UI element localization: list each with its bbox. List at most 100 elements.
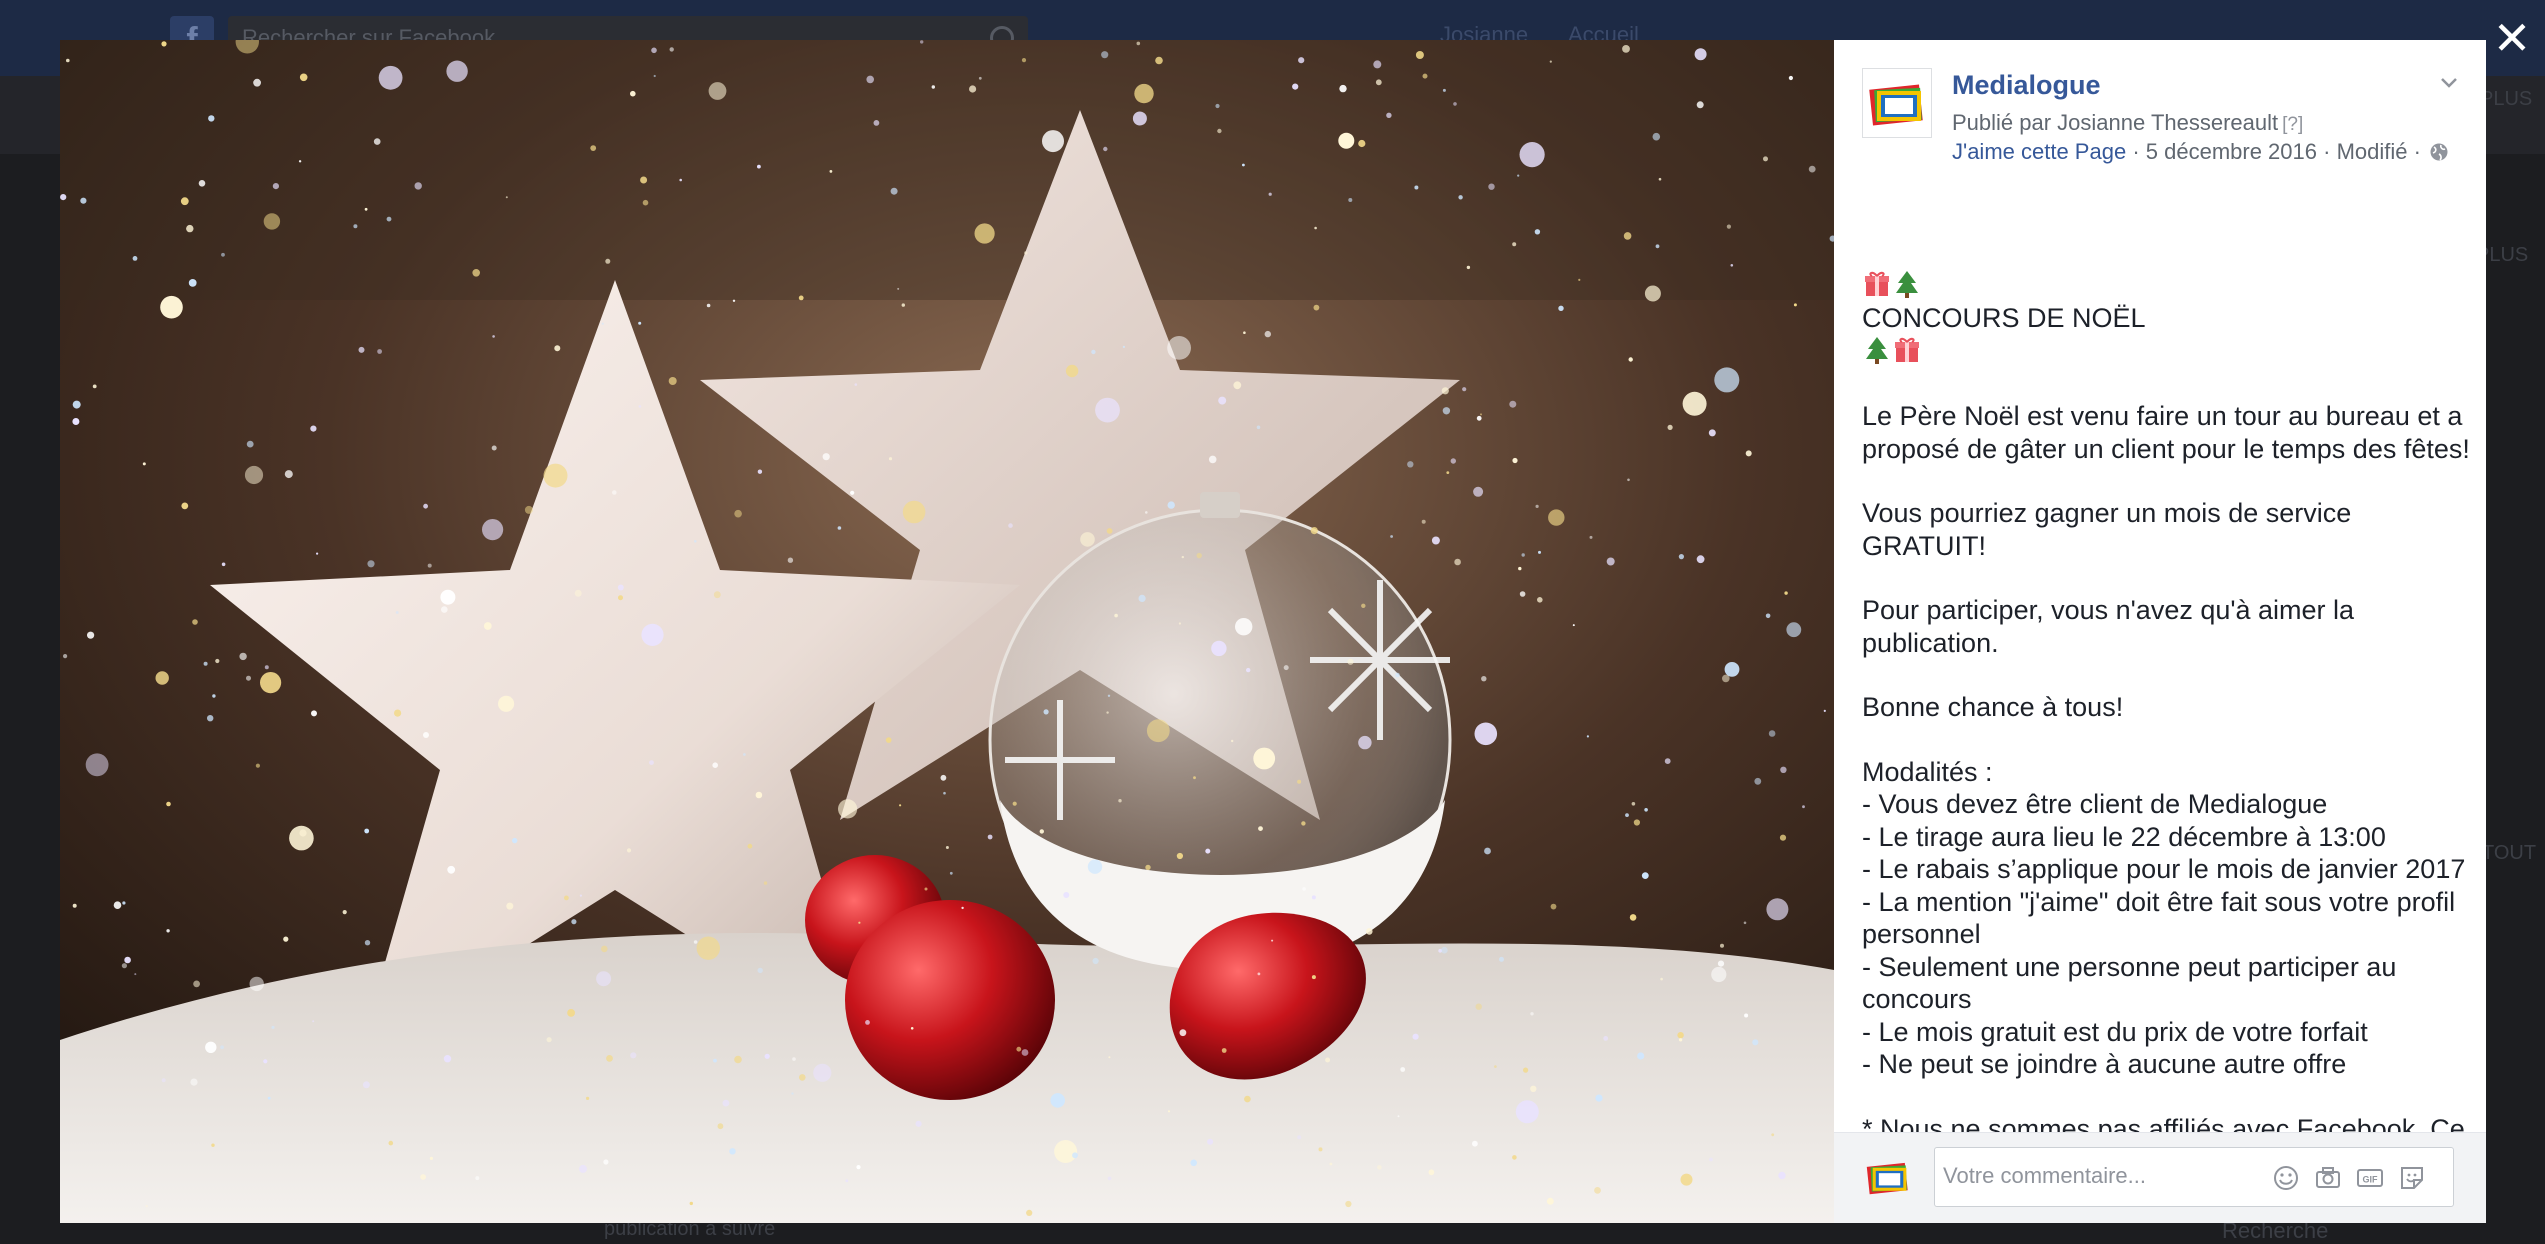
comment-input[interactable]: Votre commentaire... GIF (1934, 1147, 2454, 1207)
post-paragraph: Vous pourriez gagner un mois de service … (1862, 498, 2352, 561)
snow-sparkle (186, 224, 194, 233)
post-paragraph: Bonne chance à tous! (1862, 692, 2124, 722)
page-name-link[interactable]: Medialogue (1952, 70, 2101, 101)
chevron-down-icon[interactable] (2434, 68, 2464, 98)
snow-sparkle (1207, 1138, 1214, 1145)
snow-sparkle (447, 865, 456, 874)
separator: · (2413, 139, 2421, 164)
snow-sparkle (263, 1059, 268, 1064)
snow-sparkle (1786, 622, 1802, 638)
help-marker-link[interactable]: [?] (2282, 114, 2303, 135)
snow-sparkle (743, 753, 746, 756)
post-photo[interactable] (60, 40, 1834, 1223)
snow-sparkle (1211, 640, 1227, 657)
snow-sparkle (1136, 41, 1141, 46)
snow-sparkle (1441, 387, 1449, 395)
snow-sparkle (1301, 821, 1306, 826)
snow-sparkle (822, 453, 830, 461)
snow-sparkle (1724, 662, 1740, 677)
svg-text:GIF: GIF (2363, 1175, 2379, 1185)
snow-sparkle (1629, 914, 1637, 921)
snow-sparkle (1476, 415, 1482, 421)
snow-sparkle (1310, 527, 1318, 535)
snow-sparkle (1763, 156, 1768, 162)
snow-sparkle (949, 871, 953, 875)
globe-icon[interactable] (2429, 142, 2449, 162)
gif-icon[interactable]: GIF (2355, 1163, 2385, 1193)
camera-icon[interactable] (2313, 1163, 2343, 1193)
snow-sparkle (554, 345, 561, 352)
snow-sparkle (1509, 400, 1517, 408)
snow-sparkle (888, 457, 893, 461)
comment-placeholder: Votre commentaire... (1943, 1163, 2146, 1188)
snow-sparkle (1412, 1033, 1419, 1040)
snow-sparkle (1823, 709, 1826, 713)
snow-sparkle (298, 160, 302, 163)
snow-sparkle (1644, 285, 1661, 302)
snow-sparkle (571, 919, 577, 925)
snow-sparkle (574, 589, 582, 597)
post-date-link[interactable]: 5 décembre 2016 (2146, 139, 2317, 164)
snow-sparkle (1462, 387, 1467, 392)
snow-sparkle (837, 526, 842, 530)
snow-sparkle (845, 1179, 849, 1183)
snow-sparkle (1680, 1173, 1693, 1186)
snow-sparkle (1535, 504, 1539, 508)
snow-sparkle (543, 463, 568, 488)
snow-sparkle (1696, 555, 1705, 564)
snow-sparkle (696, 936, 720, 960)
snow-sparkle (1519, 591, 1526, 597)
snow-sparkle (1519, 142, 1545, 168)
snow-sparkle (1517, 174, 1520, 177)
snow-sparkle (693, 940, 698, 944)
snow-sparkle (1217, 128, 1222, 134)
snow-sparkle (564, 895, 569, 901)
snow-sparkle (1024, 251, 1028, 255)
snow-sparkle (586, 1096, 590, 1100)
snow-sparkle (441, 606, 448, 613)
snow-sparkle (1475, 1003, 1482, 1010)
snow-sparkle (1087, 859, 1103, 874)
snow-sparkle (873, 120, 880, 126)
snow-sparkle (1292, 83, 1299, 90)
snow-sparkle (155, 671, 169, 685)
snow-sparkle (1667, 424, 1673, 430)
snow-sparkle (1302, 887, 1306, 891)
snow-sparkle (865, 1020, 870, 1025)
snow-sparkle (1628, 357, 1633, 362)
snow-sparkle (92, 384, 97, 389)
snow-sparkle (1311, 975, 1316, 980)
snow-sparkle (203, 661, 208, 666)
snow-sparkle (1720, 943, 1724, 948)
snow-sparkle (253, 78, 261, 87)
snow-sparkle (630, 1052, 637, 1059)
snow-sparkle (1042, 130, 1064, 153)
sticker-icon[interactable] (2397, 1163, 2427, 1193)
medialogue-logo-icon (1866, 1162, 1908, 1195)
like-page-link[interactable]: J'aime cette Page (1952, 139, 2126, 164)
snow-sparkle (482, 519, 504, 541)
snow-sparkle (1694, 48, 1707, 61)
snow-sparkle (734, 1055, 742, 1064)
christmas-tree-icon (1896, 270, 1918, 298)
snow-sparkle (605, 258, 611, 264)
snow-sparkle (1696, 101, 1704, 109)
snow-sparkle (475, 1176, 480, 1181)
snow-sparkle (166, 801, 171, 807)
snow-sparkle (1766, 898, 1789, 921)
snow-sparkle (1080, 532, 1095, 547)
snow-sparkle (483, 622, 492, 630)
snow-sparkle (630, 90, 636, 97)
snow-sparkle (284, 470, 293, 479)
snow-sparkle (1450, 458, 1457, 464)
snow-sparkle (1778, 1171, 1786, 1180)
modified-link[interactable]: Modifié (2337, 139, 2408, 164)
page-avatar[interactable] (1862, 68, 1932, 138)
snow-sparkle (1107, 1176, 1112, 1181)
post-side-panel: Medialogue Publié par Josianne Thesserea… (1834, 40, 2486, 1223)
snow-sparkle (121, 963, 127, 969)
snow-sparkle (1709, 1157, 1713, 1162)
emoji-icon[interactable] (2271, 1163, 2301, 1193)
close-icon[interactable]: ✕ (2488, 14, 2536, 62)
snow-sparkle (1558, 305, 1564, 311)
